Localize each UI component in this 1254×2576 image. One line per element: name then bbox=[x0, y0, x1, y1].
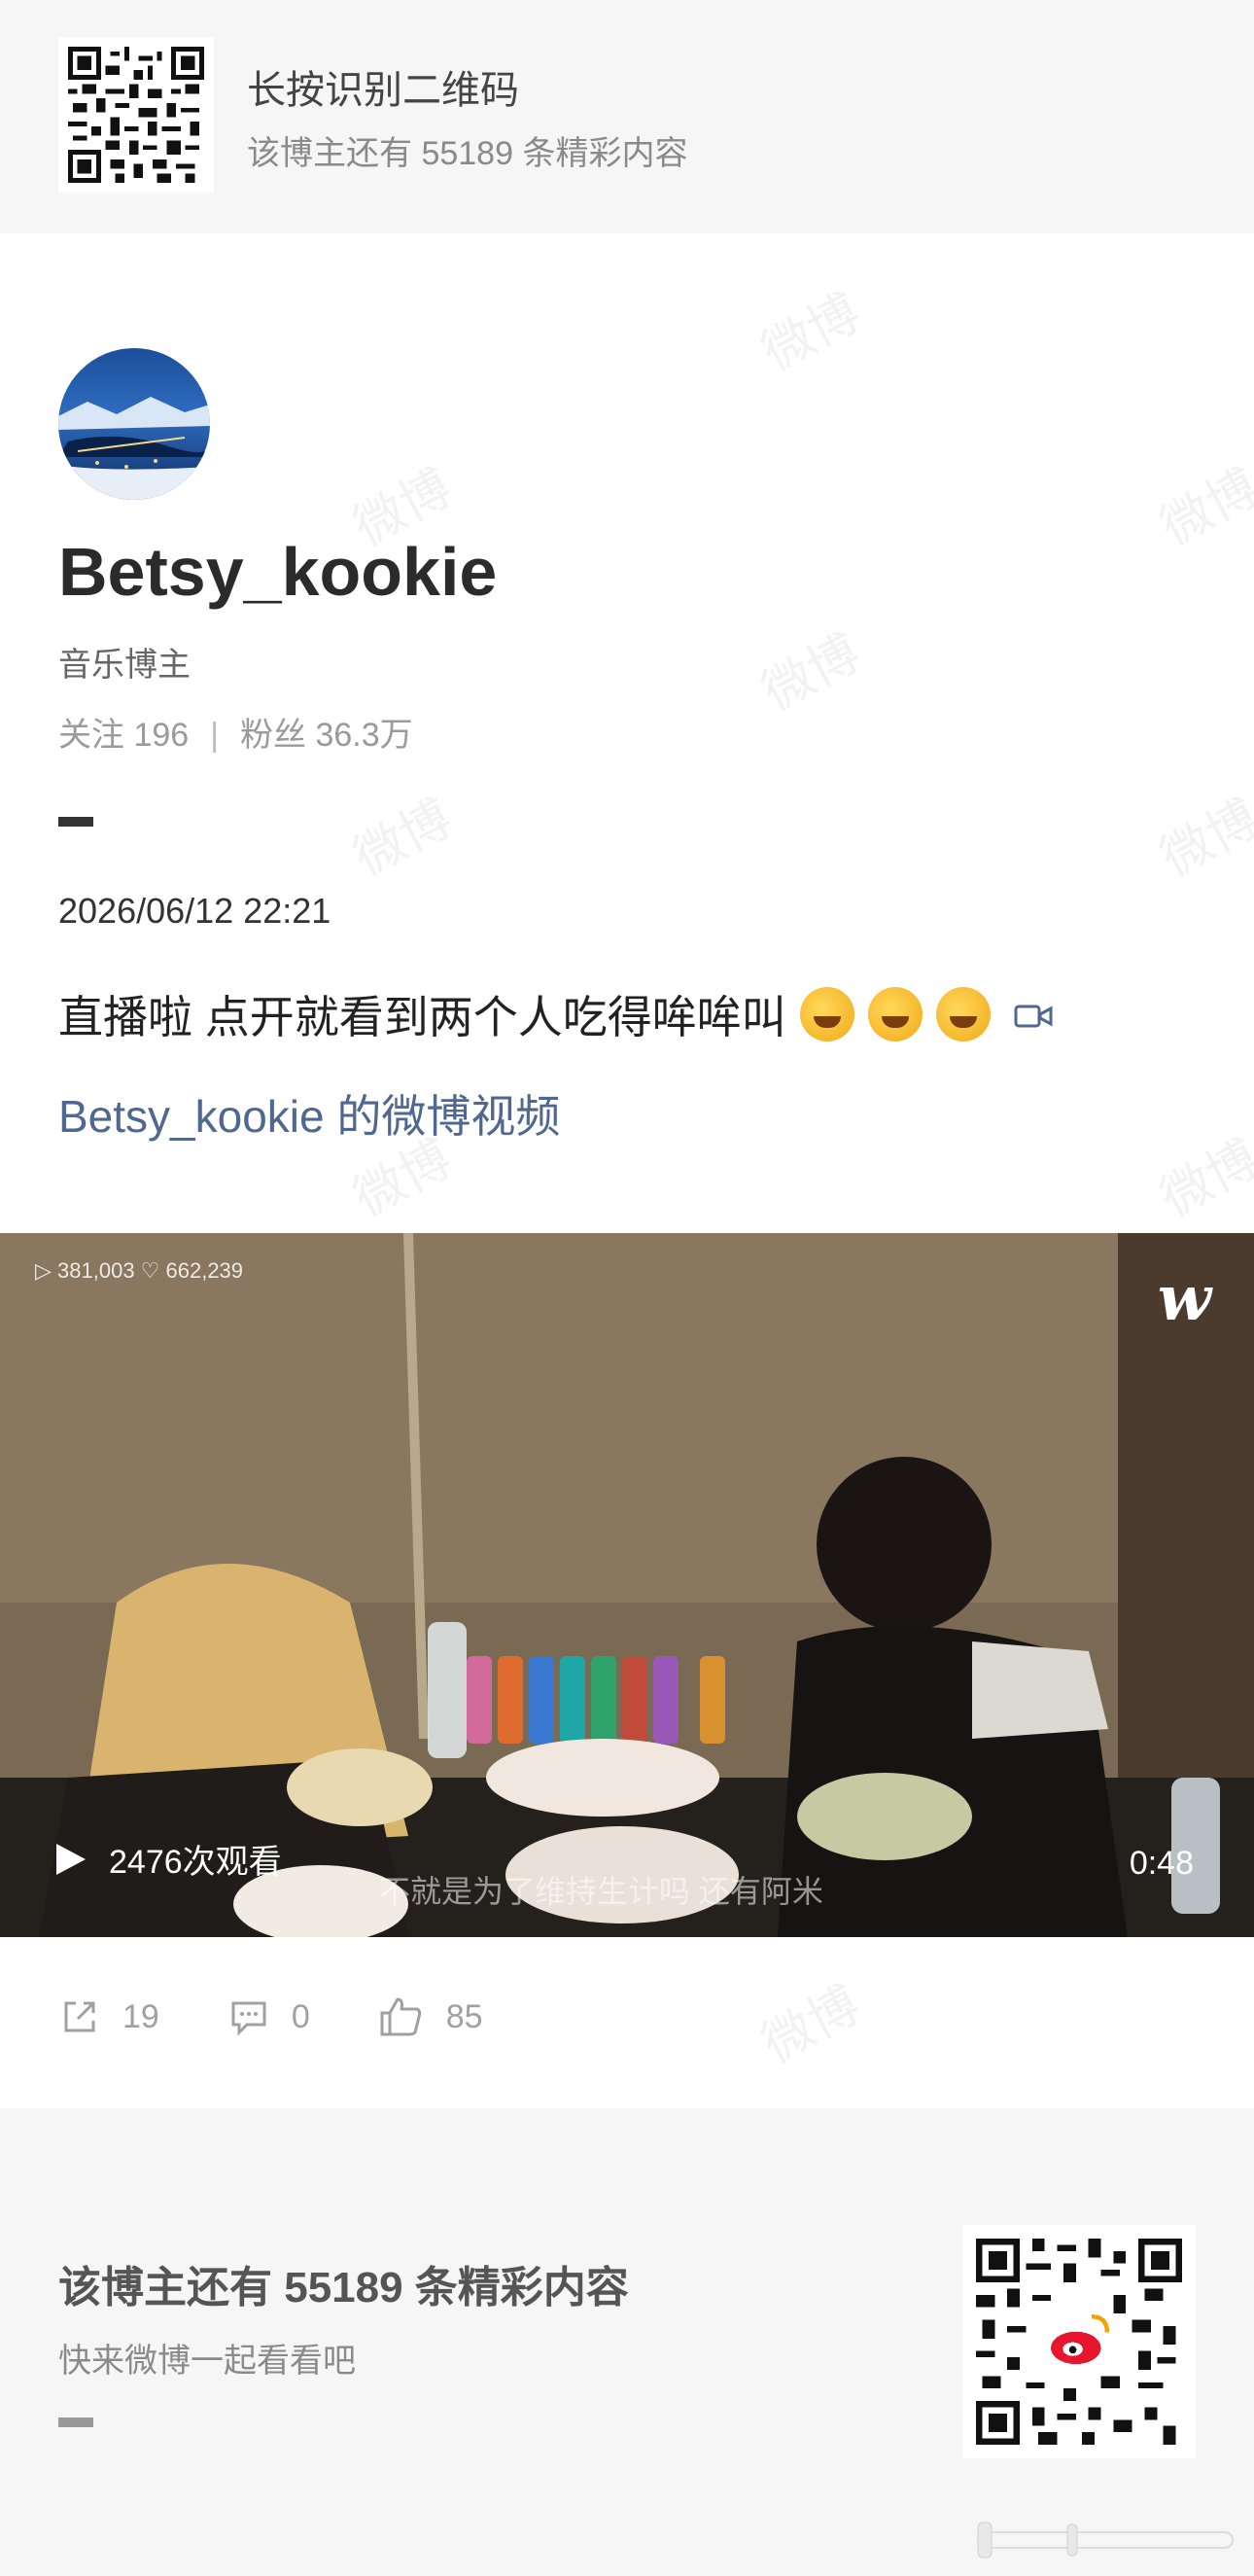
view-count: 2476次观看 bbox=[109, 1844, 282, 1881]
video-player[interactable]: ▷ 381,003 ♡ 662,239 w 2476次观看 不就是为了维持生计吗… bbox=[0, 1233, 1254, 1937]
stats-separator: | bbox=[210, 717, 220, 754]
comment-icon bbox=[231, 2001, 266, 2036]
watermark: 微博 bbox=[752, 283, 870, 383]
watermark: 微博 bbox=[752, 623, 870, 723]
play-icon[interactable] bbox=[56, 1843, 86, 1875]
like-count: 85 bbox=[445, 1997, 483, 2035]
repost-count: 19 bbox=[122, 1997, 159, 2035]
following-count[interactable]: 关注 196 bbox=[58, 717, 189, 754]
repost-button[interactable]: 19 bbox=[58, 1995, 159, 2038]
watermark: 微博 bbox=[752, 1975, 870, 2075]
qr-code[interactable] bbox=[58, 37, 214, 193]
watermark: 微博 bbox=[1151, 1129, 1254, 1229]
banner-subtitle: 该博主还有 55189 条精彩内容 bbox=[247, 135, 688, 172]
footer-promo[interactable]: 该博主还有 55189 条精彩内容 快来微博一起看看吧 bbox=[0, 2108, 1254, 2576]
scroll-indicator[interactable] bbox=[972, 2517, 1244, 2563]
comment-button[interactable]: 0 bbox=[227, 1995, 310, 2038]
footer-divider bbox=[58, 2417, 93, 2427]
divider bbox=[58, 817, 93, 827]
watermark: 微博 bbox=[344, 789, 462, 889]
comment-count: 0 bbox=[291, 1997, 310, 2035]
username[interactable]: Betsy_kookie bbox=[58, 533, 497, 611]
qr-banner[interactable]: 长按识别二维码 该博主还有 55189 条精彩内容 bbox=[0, 0, 1254, 233]
video-frame bbox=[0, 1233, 1254, 1937]
weibo-qr-code[interactable] bbox=[962, 2225, 1196, 2458]
action-bar: 19 0 85 bbox=[58, 1995, 551, 2038]
rofl-emoji-icon bbox=[935, 987, 991, 1041]
play-control[interactable]: 2476次观看 bbox=[56, 1835, 282, 1883]
video-stats: ▷ 381,003 ♡ 662,239 bbox=[35, 1258, 244, 1283]
video-duration: 0:48 bbox=[1129, 1845, 1194, 1882]
rofl-emoji-icon bbox=[799, 987, 854, 1041]
post-text: 直播啦 点开就看到两个人吃得哞哞叫 bbox=[58, 982, 1053, 1046]
post-time: 2026/06/12 22:21 bbox=[58, 891, 331, 931]
weverse-logo: w bbox=[1157, 1262, 1211, 1335]
post-body: 直播啦 点开就看到两个人吃得哞哞叫 bbox=[58, 992, 786, 1042]
video-caption: 不就是为了维持生计吗 还有阿米 bbox=[379, 1874, 823, 1909]
watermark: 微博 bbox=[1151, 458, 1254, 558]
video-link[interactable]: Betsy_kookie 的微博视频 bbox=[58, 1081, 560, 1146]
video-camera-icon bbox=[1014, 988, 1053, 1041]
share-icon bbox=[64, 2001, 95, 2032]
avatar[interactable] bbox=[58, 348, 210, 500]
like-button[interactable]: 85 bbox=[378, 1995, 483, 2038]
thumbs-up-icon bbox=[380, 1997, 421, 2036]
followers-count[interactable]: 粉丝 36.3万 bbox=[240, 717, 413, 754]
rofl-emoji-icon bbox=[867, 987, 923, 1041]
footer-subtitle: 快来微博一起看看吧 bbox=[58, 2343, 356, 2380]
banner-title: 长按识别二维码 bbox=[247, 69, 519, 112]
user-tag: 音乐博主 bbox=[58, 647, 191, 684]
footer-title: 该博主还有 55189 条精彩内容 bbox=[58, 2264, 629, 2311]
watermark: 微博 bbox=[1151, 789, 1254, 889]
user-stats: 关注 196 | 粉丝 36.3万 bbox=[58, 708, 413, 756]
